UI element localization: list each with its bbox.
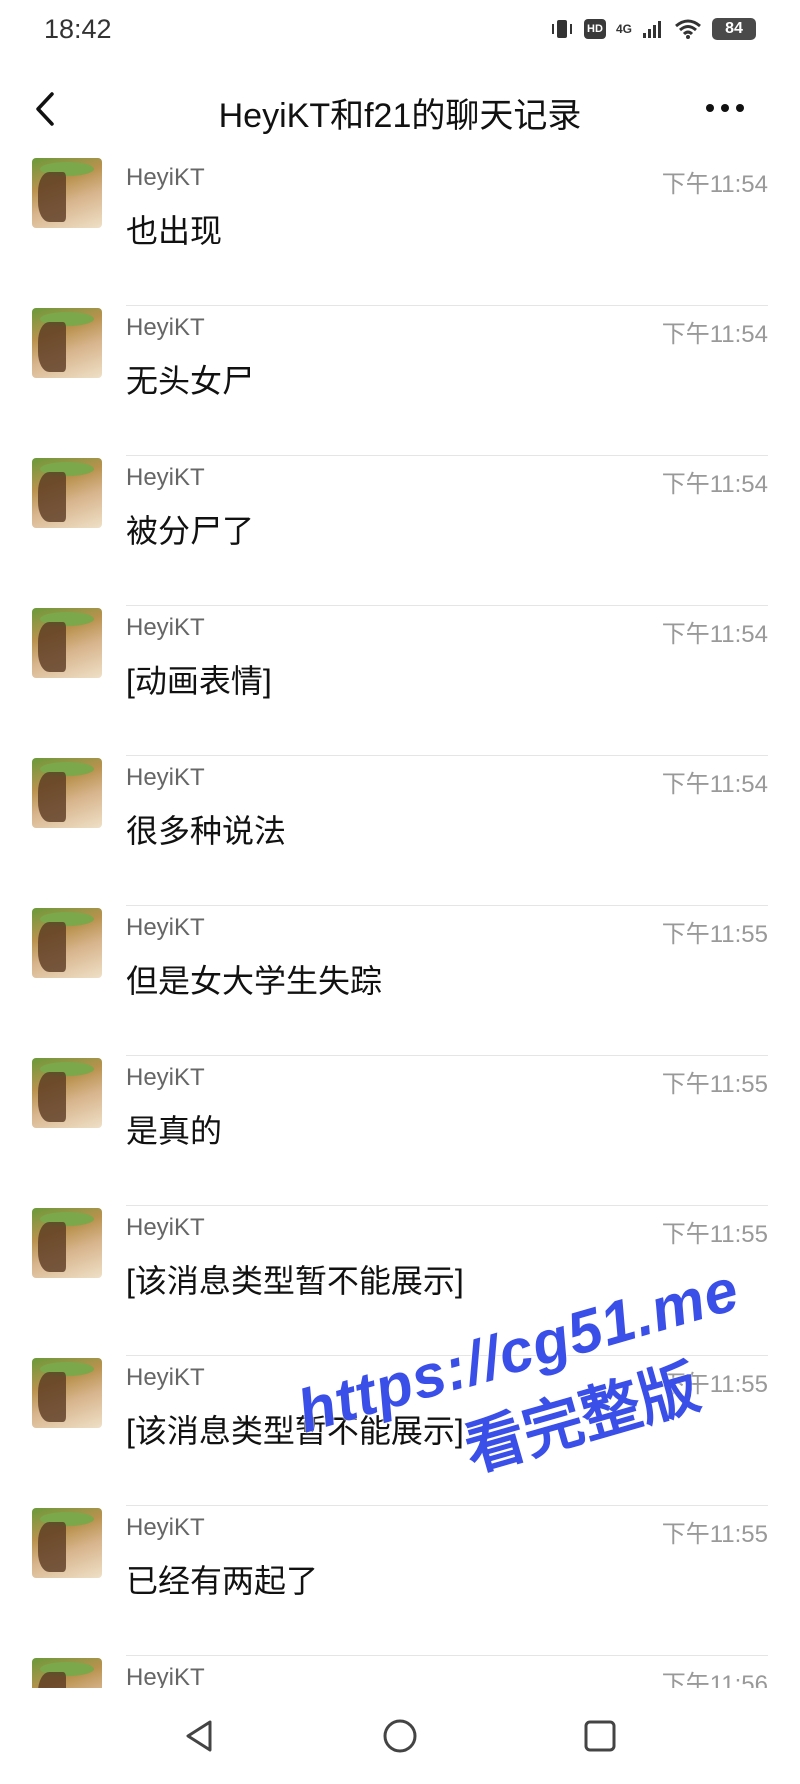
sender-name: HeyiKT xyxy=(126,164,205,191)
sender-name: HeyiKT xyxy=(126,1364,205,1391)
sender-name: HeyiKT xyxy=(126,614,205,641)
message-item[interactable]: HeyiKT 下午11:54 无头女尸 xyxy=(0,306,800,456)
message-item[interactable]: HeyiKT 下午11:54 也出现 xyxy=(0,156,800,306)
message-item[interactable]: HeyiKT 下午11:54 [动画表情] xyxy=(0,606,800,756)
nav-home-button[interactable] xyxy=(378,1714,422,1758)
battery-indicator: 84 xyxy=(712,18,756,40)
wifi-icon xyxy=(675,19,701,39)
status-icons: HD 4G 84 xyxy=(550,18,756,40)
sender-avatar[interactable] xyxy=(32,608,102,678)
sender-name: HeyiKT xyxy=(126,914,205,941)
status-bar: 18:42 HD 4G 84 xyxy=(0,0,800,62)
message-item[interactable]: HeyiKT 下午11:54 被分尸了 xyxy=(0,456,800,606)
square-recents-icon xyxy=(584,1720,616,1752)
message-item[interactable]: HeyiKT 下午11:55 但是女大学生失踪 xyxy=(0,906,800,1056)
sender-name: HeyiKT xyxy=(126,1514,205,1541)
message-text: 无头女尸 xyxy=(126,363,255,399)
message-item[interactable]: HeyiKT 下午11:54 很多种说法 xyxy=(0,756,800,906)
sender-name: HeyiKT xyxy=(126,1214,205,1241)
message-time: 下午11:55 xyxy=(661,1071,768,1098)
message-item[interactable]: HeyiKT 下午11:55 是真的 xyxy=(0,1056,800,1206)
message-list[interactable]: HeyiKT 下午11:54 也出现 HeyiKT 下午11:54 无头女尸 H… xyxy=(0,156,800,1688)
sender-name: HeyiKT xyxy=(126,1064,205,1091)
more-horizontal-icon xyxy=(706,104,744,112)
sender-avatar[interactable] xyxy=(32,1658,102,1688)
sender-avatar[interactable] xyxy=(32,1508,102,1578)
network-type-label: 4G xyxy=(615,22,632,36)
message-item[interactable]: HeyiKT 下午11:55 已经有两起了 xyxy=(0,1506,800,1656)
triangle-back-icon xyxy=(186,1720,212,1752)
hd-badge: HD xyxy=(583,19,606,39)
chat-history-header: HeyiKT和f21的聊天记录 xyxy=(0,62,800,156)
sender-avatar[interactable] xyxy=(32,908,102,978)
message-time: 下午11:55 xyxy=(661,1521,768,1548)
sender-name: HeyiKT xyxy=(126,314,205,341)
nav-back-button[interactable] xyxy=(178,1714,222,1758)
circle-home-icon xyxy=(383,1719,417,1753)
page-title: HeyiKT和f21的聊天记录 xyxy=(218,97,582,135)
sender-avatar[interactable] xyxy=(32,1058,102,1128)
sender-avatar[interactable] xyxy=(32,1358,102,1428)
message-item[interactable]: HeyiKT 下午11:55 [该消息类型暂不能展示] xyxy=(0,1356,800,1506)
message-text: 也出现 xyxy=(126,213,223,249)
message-text: [该消息类型暂不能展示] xyxy=(126,1413,464,1449)
more-options-button[interactable] xyxy=(700,90,750,126)
message-text: 已经有两起了 xyxy=(126,1563,319,1599)
message-time: 下午11:55 xyxy=(661,1221,768,1248)
message-time: 下午11:54 xyxy=(661,321,768,348)
sender-avatar[interactable] xyxy=(32,758,102,828)
message-time: 下午11:54 xyxy=(661,471,768,498)
message-text: 被分尸了 xyxy=(126,513,255,549)
message-time: 下午11:54 xyxy=(661,771,768,798)
message-time: 下午11:55 xyxy=(661,921,768,948)
sender-avatar[interactable] xyxy=(32,458,102,528)
message-text: [该消息类型暂不能展示] xyxy=(126,1263,464,1299)
message-time: 下午11:54 xyxy=(661,621,768,648)
message-text: 很多种说法 xyxy=(126,813,287,849)
message-item[interactable]: HeyiKT 下午11:55 [该消息类型暂不能展示] xyxy=(0,1206,800,1356)
message-text: 但是女大学生失踪 xyxy=(126,963,383,999)
message-text: 是真的 xyxy=(126,1113,223,1149)
sender-name: HeyiKT xyxy=(126,764,205,791)
sender-avatar[interactable] xyxy=(32,308,102,378)
sender-name: HeyiKT xyxy=(126,1664,205,1688)
sender-avatar[interactable] xyxy=(32,158,102,228)
nav-recents-button[interactable] xyxy=(578,1714,622,1758)
vibrate-icon xyxy=(551,20,572,38)
status-time: 18:42 xyxy=(44,14,112,44)
sender-name: HeyiKT xyxy=(126,464,205,491)
cellular-signal-icon xyxy=(643,21,661,38)
message-time: 下午11:55 xyxy=(661,1371,768,1398)
message-time: 下午11:56 xyxy=(661,1671,768,1688)
system-nav-bar xyxy=(0,1688,800,1784)
sender-avatar[interactable] xyxy=(32,1208,102,1278)
message-time: 下午11:54 xyxy=(661,171,768,198)
message-text: [动画表情] xyxy=(126,663,272,699)
message-item[interactable]: HeyiKT 下午11:56 xyxy=(0,1656,800,1688)
